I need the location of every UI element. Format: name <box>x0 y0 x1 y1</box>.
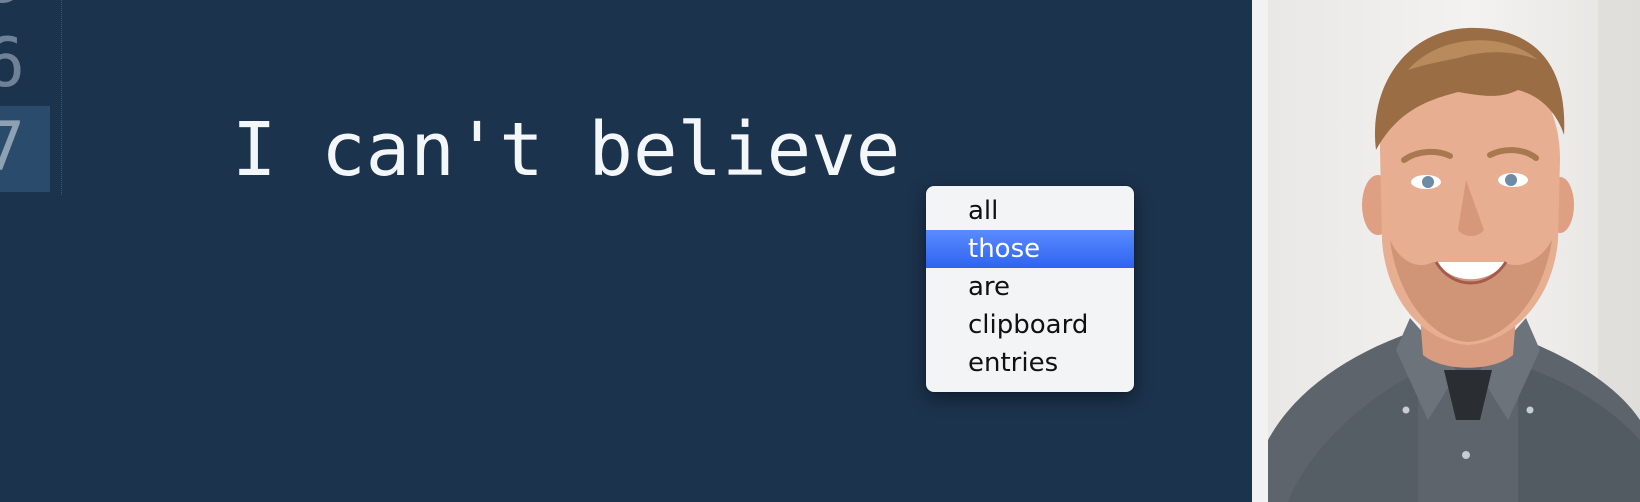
screen: 5 6 7 I can't believe all those are clip… <box>0 0 1640 502</box>
current-line-number: 7 <box>0 106 50 192</box>
code-line[interactable]: I can't believe <box>232 106 900 194</box>
autocomplete-item[interactable]: are <box>926 268 1134 306</box>
code-editor[interactable]: 5 6 7 I can't believe all those are clip… <box>0 0 1252 502</box>
pane-separator <box>1252 0 1268 502</box>
gutter-divider <box>61 0 62 195</box>
autocomplete-item[interactable]: clipboard <box>926 306 1134 344</box>
autocomplete-item[interactable]: entries <box>926 344 1134 382</box>
autocomplete-popup: all those are clipboard entries <box>926 186 1134 392</box>
presenter-portrait <box>1268 0 1640 502</box>
line-number: 5 <box>0 0 50 22</box>
presenter-photo <box>1268 0 1640 502</box>
line-number: 6 <box>0 24 25 103</box>
autocomplete-item[interactable]: all <box>926 192 1134 230</box>
autocomplete-item-selected[interactable]: those <box>926 230 1134 268</box>
